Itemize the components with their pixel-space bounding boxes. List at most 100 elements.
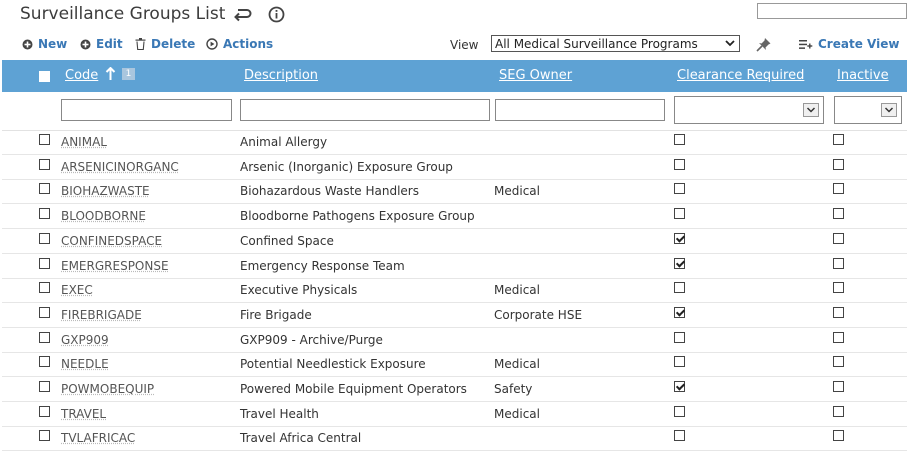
column-header-seg-owner[interactable]: SEG Owner — [499, 68, 572, 83]
row-select-checkbox[interactable] — [39, 306, 50, 318]
filter-inactive-select[interactable] — [834, 96, 902, 124]
row-inactive-checkbox[interactable] — [833, 306, 844, 318]
actions-button[interactable]: Actions — [206, 37, 273, 51]
filter-description-input[interactable] — [240, 99, 490, 121]
row-code-link[interactable]: ANIMAL — [61, 135, 107, 149]
row-select-checkbox[interactable] — [39, 381, 50, 392]
sort-rank-badge: 1 — [122, 68, 135, 80]
row-clearance-required-checkbox[interactable] — [674, 356, 685, 368]
row-code-link[interactable]: EMERGRESPONSE — [61, 259, 169, 273]
row-inactive-checkbox[interactable] — [833, 381, 844, 392]
row-code-link[interactable]: BLOODBORNE — [61, 209, 146, 223]
row-code-link[interactable]: GXP909 — [61, 333, 109, 347]
row-description: Arsenic (Inorganic) Exposure Group — [240, 159, 453, 174]
row-select-checkbox[interactable] — [39, 356, 50, 368]
row-code-link[interactable]: TVLAFRICAC — [61, 431, 135, 445]
edit-button[interactable]: Edit — [80, 37, 123, 51]
row-clearance-required-checkbox[interactable] — [674, 134, 685, 145]
row-description: Bloodborne Pathogens Exposure Group — [240, 209, 475, 224]
table-row[interactable]: EMERGRESPONSE Emergency Response Team — [2, 254, 907, 279]
page-title: Surveillance Groups List — [20, 4, 226, 24]
pin-icon[interactable] — [755, 37, 772, 56]
row-description: Travel Africa Central — [240, 431, 362, 446]
row-code-link[interactable]: ARSENICINORGANC — [61, 160, 179, 174]
row-select-checkbox[interactable] — [39, 282, 50, 294]
column-header-inactive[interactable]: Inactive — [837, 68, 889, 83]
row-description: Confined Space — [240, 233, 334, 248]
row-clearance-required-checkbox[interactable] — [674, 158, 685, 170]
row-code-link[interactable]: FIREBRIGADE — [61, 308, 142, 322]
row-select-checkbox[interactable] — [39, 405, 50, 417]
row-description: Animal Allergy — [240, 135, 328, 149]
row-code-link[interactable]: NEEDLE — [61, 357, 109, 371]
return-icon[interactable] — [234, 6, 252, 26]
new-button[interactable]: New — [22, 37, 67, 51]
row-select-checkbox[interactable] — [39, 158, 50, 170]
chevron-down-icon — [803, 103, 819, 117]
row-clearance-required-checkbox[interactable] — [674, 306, 685, 318]
filter-code-input[interactable] — [61, 99, 232, 121]
row-inactive-checkbox[interactable] — [833, 430, 844, 442]
row-code-link[interactable]: CONFINEDSPACE — [61, 234, 162, 248]
row-inactive-checkbox[interactable] — [833, 208, 844, 220]
table-row[interactable]: TVLAFRICAC Travel Africa Central — [2, 426, 907, 452]
row-select-checkbox[interactable] — [39, 232, 50, 244]
row-clearance-required-checkbox[interactable] — [674, 381, 685, 392]
row-clearance-required-checkbox[interactable] — [674, 405, 685, 417]
row-inactive-checkbox[interactable] — [833, 405, 844, 417]
row-inactive-checkbox[interactable] — [833, 282, 844, 294]
table-row[interactable]: TRAVEL Travel Health Medical — [2, 402, 907, 427]
row-code-link[interactable]: POWMOBEQUIP — [61, 382, 154, 396]
plus-circle-icon — [22, 39, 33, 49]
row-clearance-required-checkbox[interactable] — [674, 282, 685, 294]
row-clearance-required-checkbox[interactable] — [674, 208, 685, 220]
row-inactive-checkbox[interactable] — [833, 232, 844, 244]
table-row[interactable]: POWMOBEQUIP Powered Mobile Equipment Oper… — [2, 377, 907, 402]
row-select-checkbox[interactable] — [39, 208, 50, 220]
row-clearance-required-checkbox[interactable] — [674, 331, 685, 343]
column-header-clearance-required[interactable]: Clearance Required — [677, 68, 804, 83]
row-inactive-checkbox[interactable] — [833, 158, 844, 170]
filter-seg-owner-input[interactable] — [495, 99, 665, 121]
table-row[interactable]: FIREBRIGADE Fire Brigade Corporate HSE — [2, 303, 907, 328]
row-code-link[interactable]: EXEC — [61, 283, 93, 297]
row-select-checkbox[interactable] — [39, 134, 50, 145]
row-clearance-required-checkbox[interactable] — [674, 183, 685, 195]
view-select-value: All Medical Surveillance Programs — [495, 37, 698, 51]
row-clearance-required-checkbox[interactable] — [674, 430, 685, 442]
row-description: Fire Brigade — [240, 307, 312, 322]
table-row[interactable]: EXEC Executive Physicals Medical — [2, 278, 907, 304]
row-code-link[interactable]: BIOHAZWASTE — [61, 184, 150, 198]
row-select-checkbox[interactable] — [39, 257, 50, 269]
row-select-checkbox[interactable] — [39, 183, 50, 195]
table-row[interactable]: ARSENICINORGANC Arsenic (Inorganic) Expos… — [2, 155, 907, 180]
delete-button[interactable]: Delete — [135, 37, 195, 51]
row-seg-owner: Safety — [494, 382, 533, 396]
filter-clearance-select[interactable] — [674, 96, 824, 124]
row-clearance-required-checkbox[interactable] — [674, 257, 685, 269]
table-row[interactable]: ANIMAL Animal Allergy — [2, 130, 907, 155]
table-row[interactable]: GXP909 GXP909 - Archive/Purge — [2, 328, 907, 353]
global-search-input[interactable] — [757, 3, 907, 19]
column-header-description[interactable]: Description — [244, 68, 318, 83]
column-header-code[interactable]: Code — [65, 68, 98, 83]
select-all-checkbox[interactable] — [39, 71, 50, 82]
table-row[interactable]: BIOHAZWASTE Biohazardous Waste Handlers Me… — [2, 179, 907, 205]
row-inactive-checkbox[interactable] — [833, 356, 844, 368]
row-inactive-checkbox[interactable] — [833, 134, 844, 145]
create-view-button[interactable]: Create View — [799, 37, 899, 51]
row-inactive-checkbox[interactable] — [833, 257, 844, 269]
row-inactive-checkbox[interactable] — [833, 331, 844, 343]
table-row[interactable]: NEEDLE Potential Needlestick Exposure Medi… — [2, 352, 907, 378]
sort-up-icon[interactable] — [105, 66, 116, 85]
table-row[interactable]: CONFINEDSPACE Confined Space — [2, 229, 907, 254]
edit-button-label: Edit — [96, 37, 123, 51]
row-select-checkbox[interactable] — [39, 331, 50, 343]
row-select-checkbox[interactable] — [39, 430, 50, 442]
row-code-link[interactable]: TRAVEL — [61, 407, 106, 421]
row-inactive-checkbox[interactable] — [833, 183, 844, 195]
view-select[interactable]: All Medical Surveillance Programs — [491, 35, 740, 52]
info-icon[interactable] — [268, 6, 285, 27]
row-clearance-required-checkbox[interactable] — [674, 232, 685, 244]
table-row[interactable]: BLOODBORNE Bloodborne Pathogens Exposure … — [2, 204, 907, 230]
